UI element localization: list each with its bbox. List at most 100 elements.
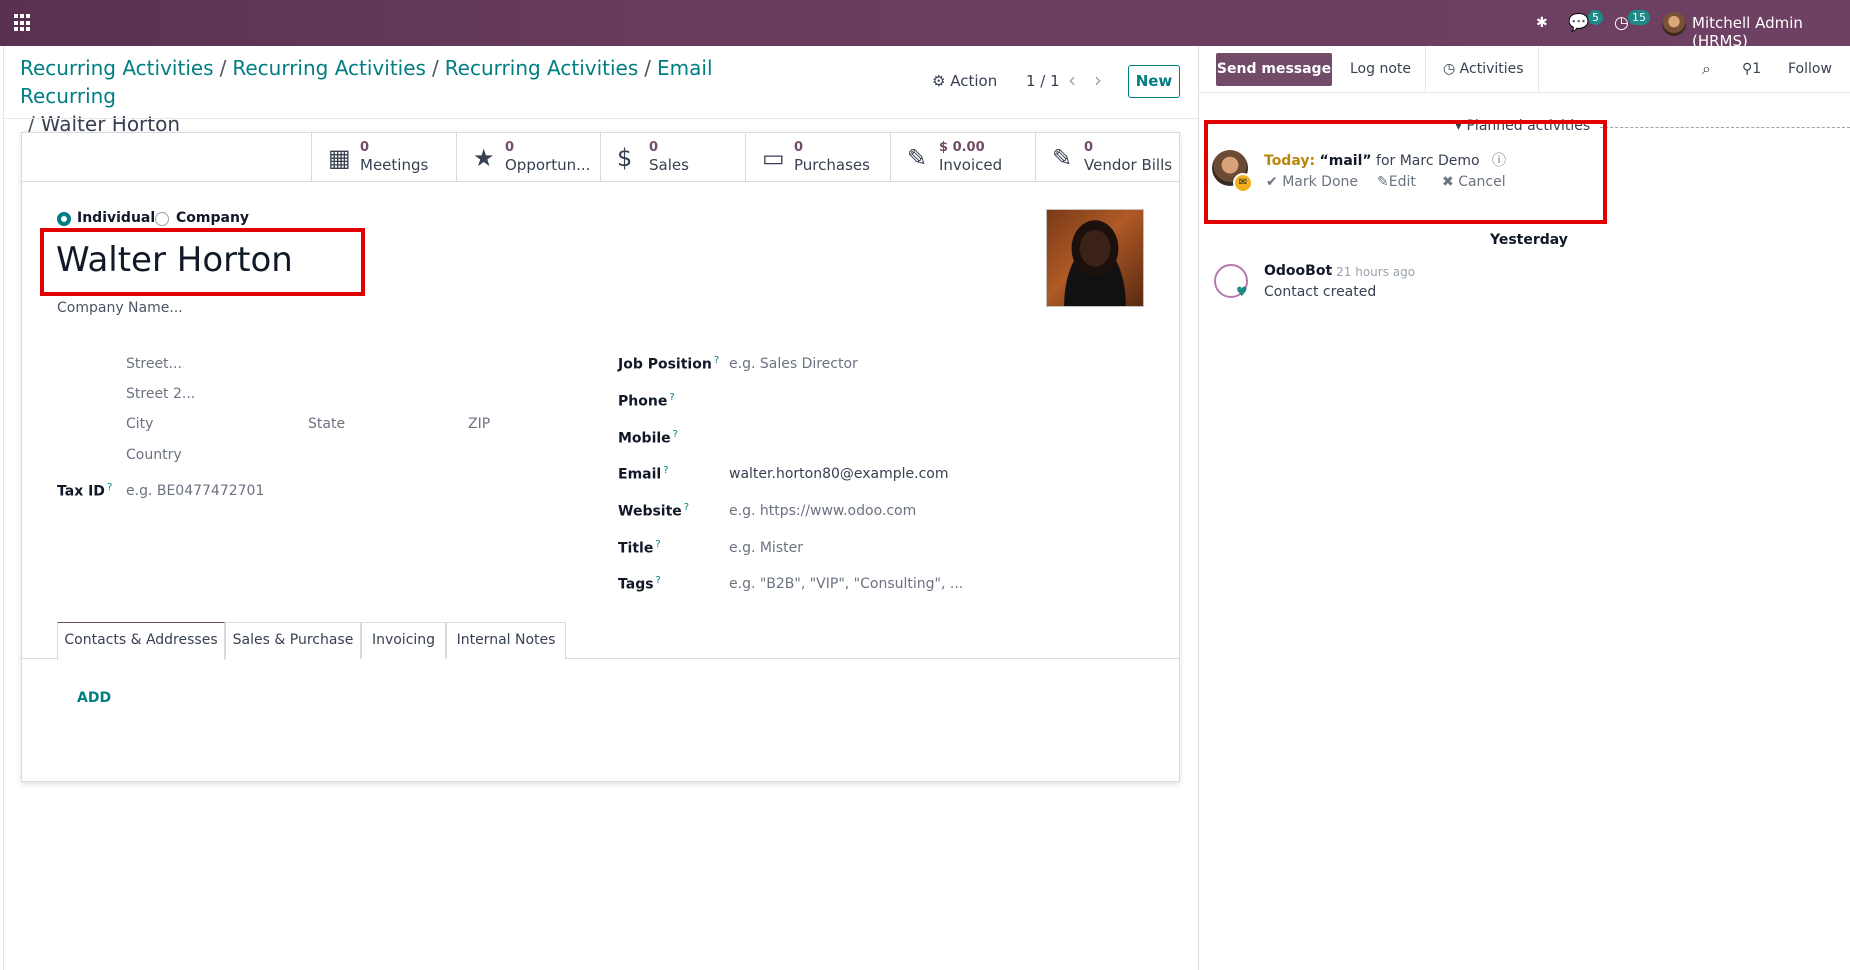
company-name-input[interactable]: Company Name... [57,300,183,316]
email-label: Email? [618,465,669,483]
activity-badge: 15 [1628,10,1650,25]
info-icon[interactable]: ⓘ [1492,153,1506,169]
breadcrumb-item[interactable]: Recurring Activities [20,56,214,80]
pencil-square-icon: ✎ [907,144,928,172]
smart-button-value: 0 [505,140,515,155]
action-button[interactable]: ⚙ Action [932,72,997,90]
tags-input[interactable]: e.g. "B2B", "VIP", "Consulting", ... [729,576,963,592]
planned-activities-divider [1600,127,1850,128]
smart-button-value: 0 [794,140,804,155]
credit-card-icon: ▭ [762,144,785,172]
left-edge [0,46,4,970]
chevron-left-icon[interactable]: ‹ [1068,68,1076,92]
breadcrumb-separator: / [644,56,652,80]
message-author[interactable]: OdooBot [1264,263,1332,279]
smart-button-label: Purchases [794,156,870,174]
apps-menu-icon[interactable] [14,14,32,32]
contact-photo[interactable] [1046,209,1144,307]
user-avatar[interactable] [1662,12,1686,36]
tab-invoicing[interactable]: Invoicing [361,622,446,659]
close-icon: ✖ [1442,174,1459,190]
tax-id-input[interactable]: e.g. BE0477472701 [126,483,264,499]
individual-radio[interactable] [57,212,71,226]
paperclip-icon[interactable]: ⌕ [1702,46,1711,92]
meetings-smart-button[interactable]: ▦ 0 Meetings [311,132,456,182]
title-label: Title? [618,539,661,557]
followers-count: 1 [1752,61,1762,77]
gear-icon: ⚙ [932,72,951,90]
company-radio-label[interactable]: Company [176,210,249,226]
opportunities-smart-button[interactable]: ★ 0 Opportun... [456,132,601,182]
sales-smart-button[interactable]: $ 0 Sales [600,132,745,182]
smart-button-value: $ 0.00 [939,140,985,155]
smart-button-label: Vendor Bills [1084,156,1173,174]
new-button[interactable]: New [1128,65,1180,98]
breadcrumb-separator: / [431,56,439,80]
user-menu[interactable]: Mitchell Admin (HRMS) [1692,14,1850,50]
header-divider [4,118,1198,119]
city-input[interactable]: City [126,416,153,432]
smart-button-value: 0 [1084,140,1094,155]
tab-contacts-addresses[interactable]: Contacts & Addresses [57,622,225,660]
smart-button-label: Invoiced [939,156,1003,174]
chat-icon[interactable]: 💬 [1568,11,1589,35]
pencil-icon: ✎ [1377,174,1389,190]
activity-summary: “mail” [1319,153,1372,169]
mark-done-button[interactable]: ✔ Mark Done [1266,174,1358,190]
clock-icon[interactable]: ◷ [1614,11,1629,35]
send-message-button[interactable]: Send message [1216,53,1332,86]
smart-button-label: Opportun... [505,156,591,174]
breadcrumb: Recurring Activities / Recurring Activitie… [20,54,780,138]
purchases-smart-button[interactable]: ▭ 0 Purchases [745,132,890,182]
invoiced-smart-button[interactable]: ✎ $ 0.00 Invoiced [890,132,1035,182]
cancel-label: Cancel [1458,174,1506,190]
tab-internal-notes[interactable]: Internal Notes [446,622,566,659]
chatter-header-divider [1198,92,1850,93]
breadcrumb-item[interactable]: Recurring Activities [232,56,426,80]
vendor-bills-smart-button[interactable]: ✎ 0 Vendor Bills [1035,132,1180,182]
message-time: - 21 hours ago [1328,265,1416,279]
activities-label: Activities [1459,61,1524,77]
street-input[interactable]: Street... [126,356,182,372]
breadcrumb-separator: / [219,56,227,80]
followers-button[interactable]: ⚲1 [1742,46,1761,92]
mobile-label: Mobile? [618,429,678,447]
job-position-input[interactable]: e.g. Sales Director [729,356,858,372]
chatter-tab-divider [1425,46,1426,92]
add-contact-link[interactable]: ADD [77,690,111,706]
edit-activity-button[interactable]: ✎Edit [1377,174,1416,190]
activities-button[interactable]: ◷ Activities [1443,46,1524,92]
calendar-icon: ▦ [328,144,351,172]
envelope-icon: ✉ [1233,173,1253,193]
activity-assignee: for Marc Demo [1376,153,1480,169]
website-input[interactable]: e.g. https://www.odoo.com [729,503,916,519]
smart-button-label: Sales [649,156,689,174]
star-icon: ★ [473,144,495,172]
cancel-activity-button[interactable]: ✖ Cancel [1442,174,1506,190]
title-input[interactable]: e.g. Mister [729,540,803,556]
discuss-badge: 5 [1588,10,1603,25]
company-radio[interactable] [155,212,169,226]
activity-highlight-box [1204,120,1607,224]
smart-button-value: 0 [360,140,370,155]
chevron-right-icon[interactable]: › [1094,68,1102,92]
follow-button[interactable]: Follow [1788,46,1832,92]
date-separator: Yesterday [1490,232,1568,248]
tab-sales-purchase[interactable]: Sales & Purchase [225,622,361,659]
individual-radio-label[interactable]: Individual [77,210,155,226]
street2-input[interactable]: Street 2... [126,386,195,402]
action-label: Action [950,72,998,90]
mark-done-label: Mark Done [1282,174,1358,190]
bug-icon[interactable]: ✱ [1536,11,1548,35]
zip-input[interactable]: ZIP [468,416,490,432]
user-icon: ⚲ [1742,61,1753,77]
check-icon: ✔ [1266,174,1283,190]
log-note-button[interactable]: Log note [1350,46,1411,92]
email-input[interactable]: walter.horton80@example.com [729,466,949,482]
smart-button-label: Meetings [360,156,429,174]
state-input[interactable]: State [308,416,345,432]
pager-value[interactable]: 1 / 1 [1026,72,1060,90]
contact-name-field[interactable]: Walter Horton [56,238,293,282]
country-input[interactable]: Country [126,447,182,463]
breadcrumb-item[interactable]: Recurring Activities [445,56,639,80]
